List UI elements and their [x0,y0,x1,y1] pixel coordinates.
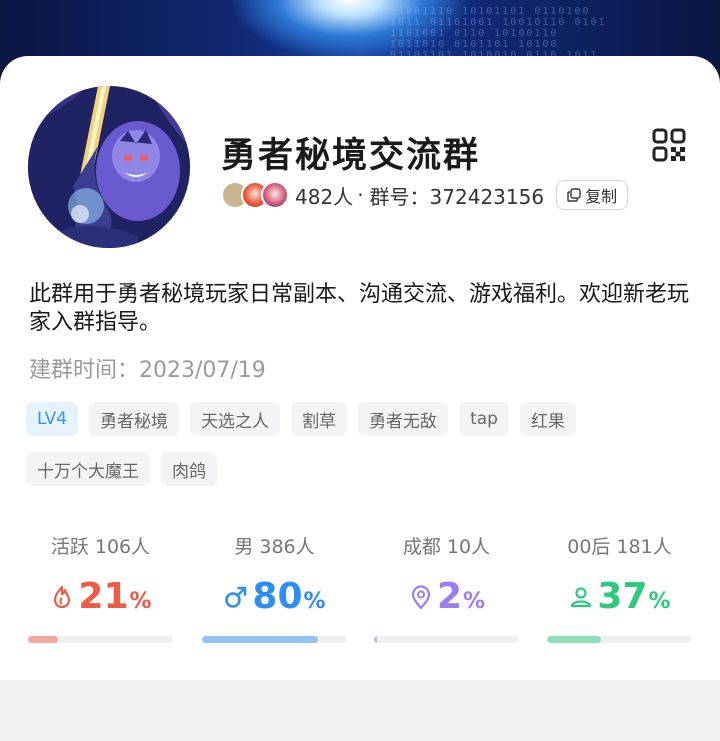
stat-column[interactable]: 活跃 106人 21% [28,532,173,652]
stat-value: 2% [374,576,519,617]
tag-chip[interactable]: 勇者无敌 [358,402,449,436]
tag-chip[interactable]: 勇者秘境 [89,402,180,436]
tag-list: LV4 勇者秘境 天选之人 割草 勇者无敌 tap 红果十万个大魔王 肉鸽 [26,402,706,486]
separator-dot: · [357,183,364,207]
person-icon [571,586,592,607]
stat-value: 21% [28,576,173,617]
stat-progress-fill [374,636,377,643]
copy-group-id-button[interactable]: 复制 [556,180,629,210]
stat-number: 80 [252,576,303,617]
member-stats: 活跃 106人 21% 男 386人 80% 成都 10人 2% 00后 181人 37% [28,532,692,652]
qr-code-icon[interactable] [652,128,686,162]
tag-chip[interactable]: 割草 [291,402,348,436]
tag-chip[interactable]: 红果 [519,402,576,436]
group-avatar[interactable] [28,86,190,248]
stat-value: 37% [547,576,692,617]
stat-progress-bar [547,636,692,643]
stat-progress-fill [202,636,318,643]
stat-progress-bar [202,636,347,643]
stat-column[interactable]: 00后 181人 37% [547,532,692,652]
stat-label: 活跃 106人 [50,536,151,558]
copy-icon [567,188,581,202]
member-count[interactable]: 482人 [295,181,353,210]
stat-unit: % [129,589,152,614]
stat-number: 37 [597,576,648,617]
stat-unit: % [303,589,326,614]
stat-unit: % [648,589,671,614]
member-avatars[interactable] [221,180,293,210]
member-avatar [261,181,289,209]
stat-label: 成都 10人 [402,536,491,558]
tag-chip[interactable]: 天选之人 [190,402,281,436]
stat-column[interactable]: 男 386人 80% [202,532,347,652]
stat-progress-bar [374,636,519,643]
stat-value: 80% [202,576,347,617]
level-badge: LV4 [26,402,79,436]
stat-label: 00后 181人 [567,536,672,558]
flame-icon [54,585,71,608]
tag-chip[interactable]: 肉鸽 [161,452,217,486]
stat-progress-bar [28,636,173,643]
location-pin-icon [411,584,431,609]
bottom-area [0,680,720,741]
stat-progress-fill [28,636,59,643]
stat-number: 2 [436,576,462,617]
tag-chip[interactable]: 十万个大魔王 [26,452,150,486]
stat-label: 男 386人 [234,536,315,558]
stat-progress-fill [547,636,601,643]
male-icon [225,586,247,608]
group-name: 勇者秘境交流群 [221,136,481,176]
stat-unit: % [463,589,486,614]
group-id: 群号：372423156 [369,184,545,209]
group-created-date: 建群时间：2023/07/19 [29,358,266,383]
member-info-row: 482人 · 群号：372423156 复制 [221,179,629,211]
group-description: 此群用于勇者秘境玩家日常副本、沟通交流、游戏福利。欢迎新老玩家入群指导。 [29,282,690,335]
tag-chip[interactable]: tap [459,402,509,436]
stat-column[interactable]: 成都 10人 2% [374,532,519,652]
copy-label: 复制 [585,187,618,206]
stat-number: 21 [78,576,129,617]
